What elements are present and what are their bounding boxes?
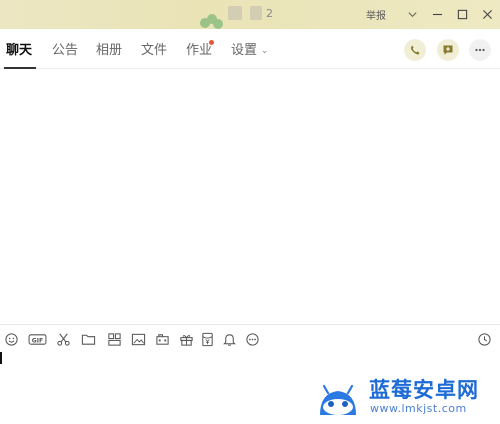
- bell-icon: [222, 333, 236, 346]
- chevron-down-icon: [408, 12, 417, 18]
- scissors-icon: [56, 333, 70, 346]
- clover-decoration: [200, 14, 226, 29]
- camera-icon: [155, 333, 169, 345]
- chevron-down-icon: ⌄: [261, 46, 269, 56]
- history-clock-icon: [477, 332, 491, 346]
- text-cursor: [0, 352, 2, 364]
- emoji-button[interactable]: [3, 331, 19, 347]
- emoji-icon: [4, 332, 18, 346]
- more-tools-button[interactable]: [244, 331, 260, 347]
- file-button[interactable]: [80, 331, 96, 347]
- more-icon: [475, 48, 485, 52]
- video-button[interactable]: [154, 331, 170, 347]
- red-packet-icon: [201, 332, 213, 346]
- chat-message-area[interactable]: [0, 70, 500, 323]
- watermark-url: www.lmkjst.com: [370, 402, 467, 415]
- gift-icon: [179, 334, 193, 346]
- tab-homework[interactable]: 作业: [186, 29, 212, 69]
- close-button[interactable]: [475, 0, 500, 29]
- blurred-group-name: [228, 6, 242, 20]
- tab-chat[interactable]: 聊天: [6, 29, 32, 69]
- close-icon: [482, 9, 493, 20]
- minimize-icon: [432, 13, 443, 16]
- phone-icon: [410, 45, 420, 55]
- more-options-button[interactable]: [469, 39, 491, 61]
- folder-icon: [81, 334, 95, 345]
- tab-settings-label: 设置: [231, 43, 258, 58]
- add-message-icon: [443, 45, 453, 55]
- sticker-icon: [107, 332, 121, 346]
- add-message-button[interactable]: [437, 39, 459, 61]
- gif-button[interactable]: GIF: [27, 331, 47, 347]
- image-icon: [131, 333, 145, 345]
- gif-icon: GIF: [28, 333, 46, 345]
- watermark-title: 蓝莓安卓网: [369, 378, 479, 402]
- group-name-suffix: 2: [266, 7, 273, 20]
- more-icon: [245, 332, 259, 346]
- tab-announcement[interactable]: 公告: [52, 29, 78, 69]
- call-button[interactable]: [404, 39, 426, 61]
- tab-album[interactable]: 相册: [96, 29, 122, 69]
- tab-files[interactable]: 文件: [141, 29, 167, 69]
- sticker-button[interactable]: [106, 331, 122, 347]
- report-link[interactable]: 举报: [366, 7, 386, 22]
- gift-button[interactable]: [178, 331, 194, 347]
- maximize-icon: [457, 9, 468, 20]
- dropdown-menu-button[interactable]: [400, 0, 425, 29]
- notification-button[interactable]: [221, 331, 237, 347]
- svg-text:GIF: GIF: [31, 337, 42, 344]
- tab-settings[interactable]: 设置 ⌄: [231, 29, 269, 69]
- screenshot-button[interactable]: [55, 331, 71, 347]
- homework-badge: [209, 40, 214, 45]
- android-logo: [320, 384, 356, 415]
- title-bar: 2 举报: [0, 0, 500, 29]
- image-button[interactable]: [130, 331, 146, 347]
- red-packet-button[interactable]: [199, 331, 215, 347]
- history-button[interactable]: [476, 331, 492, 347]
- input-toolbar: GIF: [0, 324, 500, 352]
- active-tab-indicator: [4, 67, 36, 69]
- minimize-button[interactable]: [425, 0, 450, 29]
- blurred-group-name: [250, 6, 262, 20]
- maximize-button[interactable]: [450, 0, 475, 29]
